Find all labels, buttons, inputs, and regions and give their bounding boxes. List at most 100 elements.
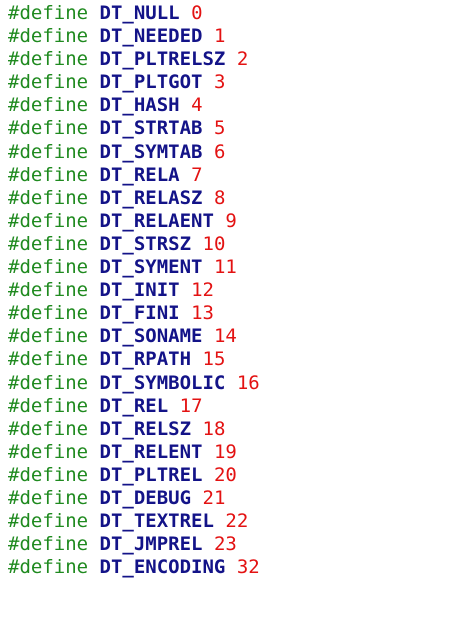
- macro-value: 22: [225, 510, 249, 533]
- macro-value: 17: [179, 394, 203, 417]
- code-line: #define DT_ENCODING 32: [8, 556, 260, 579]
- macro-value: 9: [225, 209, 237, 232]
- macro-value: 0: [191, 2, 203, 24]
- code-line: #define DT_SYMENT 11: [8, 256, 260, 279]
- macro-name: DT_SONAME: [99, 325, 203, 348]
- macro-name: DT_STRTAB: [99, 117, 203, 140]
- macro-name: DT_TEXTREL: [99, 510, 214, 533]
- define-keyword: #define: [8, 163, 89, 186]
- define-keyword: #define: [8, 463, 89, 486]
- code-line: #define DT_RELSZ 18: [8, 418, 260, 441]
- macro-name: DT_RELENT: [99, 440, 203, 463]
- macro-name: DT_DEBUG: [99, 486, 192, 509]
- macro-value: 21: [202, 486, 226, 509]
- code-line: #define DT_REL 17: [8, 395, 260, 418]
- macro-value: 7: [191, 163, 203, 186]
- macro-name: DT_ENCODING: [99, 556, 226, 579]
- define-keyword: #define: [8, 117, 89, 140]
- macro-name: DT_RELASZ: [99, 186, 203, 209]
- macro-name: DT_RELAENT: [99, 209, 214, 232]
- define-keyword: #define: [8, 556, 89, 579]
- macro-value: 18: [202, 417, 226, 440]
- code-line: #define DT_STRTAB 5: [8, 117, 260, 140]
- macro-name: DT_FINI: [99, 302, 180, 325]
- define-keyword: #define: [8, 209, 89, 232]
- define-keyword: #define: [8, 394, 89, 417]
- define-keyword: #define: [8, 371, 89, 394]
- macro-value: 14: [213, 325, 237, 348]
- macro-value: 10: [202, 232, 226, 255]
- code-line: #define DT_SYMBOLIC 16: [8, 372, 260, 395]
- code-line: #define DT_DEBUG 21: [8, 487, 260, 510]
- code-line: #define DT_FINI 13: [8, 302, 260, 325]
- macro-name: DT_PLTRELSZ: [99, 48, 226, 71]
- define-keyword: #define: [8, 25, 89, 48]
- define-keyword: #define: [8, 94, 89, 117]
- code-line: #define DT_PLTGOT 3: [8, 71, 260, 94]
- macro-name: DT_STRSZ: [99, 232, 192, 255]
- macro-value: 6: [213, 140, 226, 163]
- define-keyword: #define: [8, 348, 89, 371]
- code-line: #define DT_SONAME 14: [8, 325, 260, 348]
- macro-name: DT_PLTGOT: [99, 71, 203, 94]
- macro-value: 16: [236, 371, 260, 394]
- code-line: #define DT_HASH 4: [8, 94, 260, 117]
- code-line: #define DT_NEEDED 1: [8, 25, 260, 48]
- define-keyword: #define: [8, 510, 89, 533]
- code-line: #define DT_TEXTREL 22: [8, 510, 260, 533]
- macro-name: DT_RELSZ: [99, 417, 192, 440]
- code-line: #define DT_NULL 0: [8, 2, 260, 25]
- macro-value: 20: [213, 463, 237, 486]
- macro-name: DT_SYMBOLIC: [99, 371, 226, 394]
- macro-value: 12: [191, 279, 214, 302]
- macro-name: DT_NEEDED: [99, 25, 203, 48]
- macro-name: DT_HASH: [99, 94, 180, 117]
- define-keyword: #define: [8, 232, 89, 255]
- macro-name: DT_NULL: [99, 2, 180, 24]
- define-keyword: #define: [8, 325, 89, 348]
- code-line: #define DT_RPATH 15: [8, 348, 260, 371]
- macro-value: 4: [191, 94, 203, 117]
- macro-value: 1: [213, 25, 226, 48]
- macro-value: 3: [213, 71, 226, 94]
- macro-name: DT_JMPREL: [99, 533, 203, 556]
- macro-value: 15: [202, 348, 226, 371]
- macro-name: DT_PLTREL: [99, 463, 203, 486]
- code-view: #define DT_NULL 0 #define DT_NEEDED 1 #def…: [8, 2, 260, 579]
- define-keyword: #define: [8, 279, 89, 302]
- macro-name: DT_RPATH: [99, 348, 192, 371]
- define-keyword: #define: [8, 256, 89, 279]
- define-keyword: #define: [8, 533, 89, 556]
- code-line: #define DT_PLTRELSZ 2: [8, 48, 260, 71]
- define-keyword: #define: [8, 71, 89, 94]
- macro-value: 11: [213, 256, 237, 279]
- macro-value: 32: [236, 556, 260, 579]
- macro-name: DT_REL: [99, 394, 169, 417]
- code-line: #define DT_RELASZ 8: [8, 187, 260, 210]
- define-keyword: #define: [8, 302, 89, 325]
- code-line: #define DT_RELAENT 9: [8, 210, 260, 233]
- code-line: #define DT_INIT 12: [8, 279, 260, 302]
- code-line: #define DT_RELA 7: [8, 164, 260, 187]
- macro-name: DT_SYMTAB: [99, 140, 203, 163]
- macro-value: 13: [191, 302, 214, 325]
- macro-name: DT_RELA: [99, 163, 180, 186]
- macro-value: 2: [236, 48, 249, 71]
- code-line: #define DT_RELENT 19: [8, 441, 260, 464]
- code-line: #define DT_PLTREL 20: [8, 464, 260, 487]
- define-keyword: #define: [8, 417, 89, 440]
- macro-value: 19: [213, 440, 237, 463]
- macro-name: DT_SYMENT: [99, 256, 203, 279]
- code-line: #define DT_JMPREL 23: [8, 533, 260, 556]
- macro-value: 8: [213, 186, 226, 209]
- macro-name: DT_INIT: [99, 279, 180, 302]
- macro-value: 23: [213, 533, 237, 556]
- define-keyword: #define: [8, 48, 89, 71]
- define-keyword: #define: [8, 186, 89, 209]
- define-keyword: #define: [8, 2, 89, 24]
- define-keyword: #define: [8, 486, 89, 509]
- code-line: #define DT_STRSZ 10: [8, 233, 260, 256]
- code-line: #define DT_SYMTAB 6: [8, 141, 260, 164]
- define-keyword: #define: [8, 140, 89, 163]
- macro-value: 5: [213, 117, 226, 140]
